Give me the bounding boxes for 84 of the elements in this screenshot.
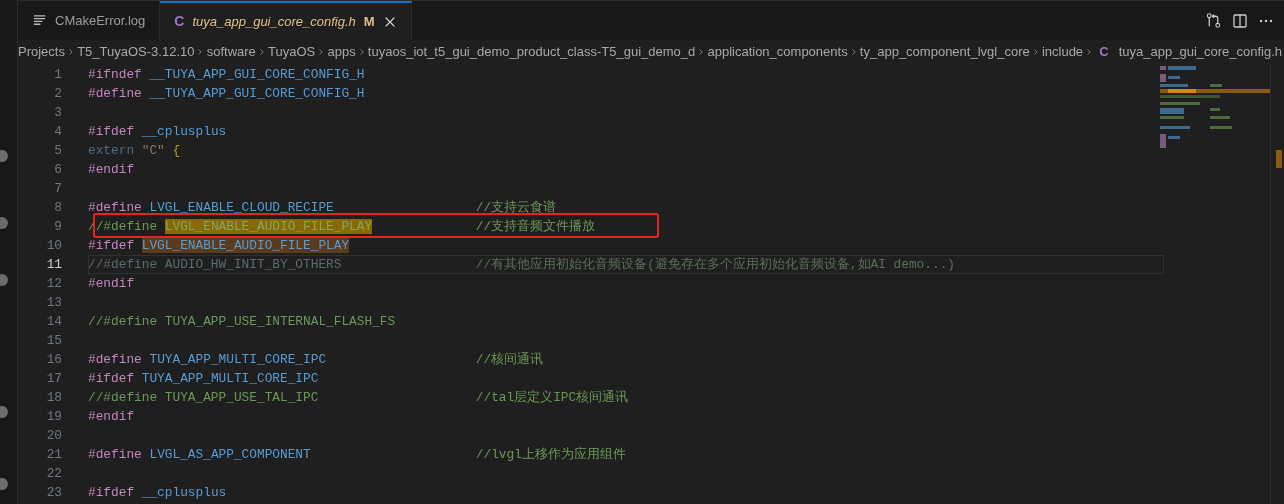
code-token: LVGL_AS_APP_COMPONENT — [149, 447, 311, 462]
code-token: TUYA_APP_MULTI_CORE_IPC — [149, 352, 327, 367]
code-token: #define — [88, 447, 142, 462]
code-token: TUYA_APP_MULTI_CORE_IPC — [141, 371, 319, 386]
code-token: #define — [88, 86, 142, 101]
line-number: 7 — [53, 180, 62, 198]
chevron-icon — [357, 46, 366, 58]
line-number: 4 — [53, 123, 62, 141]
code-token: #ifdef — [88, 238, 135, 253]
line-number: 1 — [53, 66, 62, 84]
code-token: LVGL_ENABLE_AUDIO_FILE_PLAY — [164, 219, 373, 234]
c-file-icon: C — [174, 11, 185, 32]
chevron-icon — [697, 46, 706, 58]
code-comment: //核间通讯 — [475, 351, 544, 369]
line-number: 15 — [45, 332, 62, 350]
line-number: 12 — [45, 275, 62, 293]
code-token: #ifdef — [88, 485, 135, 500]
code-token: LVGL_ENABLE_AUDIO_FILE_PLAY — [141, 238, 350, 253]
code-token: __cplusplus — [141, 124, 227, 139]
compare-changes-icon[interactable] — [1205, 12, 1222, 29]
code-token: #define — [88, 200, 142, 215]
breadcrumb-item[interactable]: application_components — [707, 42, 848, 62]
line-number: 20 — [45, 427, 62, 445]
breadcrumb-item[interactable]: ty_app_component_lvgl_core — [859, 42, 1030, 62]
code-token: #ifndef — [88, 67, 142, 82]
line-number: 21 — [45, 446, 62, 464]
code-comment: //支持音频文件播放 — [475, 218, 596, 236]
line-number: 8 — [53, 199, 62, 217]
code-token: #ifdef — [88, 371, 135, 386]
line-number: 17 — [45, 370, 62, 388]
code-comment: //tal层定义IPC核间通讯 — [475, 389, 629, 407]
code-token: #ifdef — [88, 124, 135, 139]
editor-tab[interactable]: C tuya_app_gui_core_config.h M — [160, 1, 412, 40]
breadcrumb-item[interactable]: Projects — [18, 42, 65, 62]
chevron-icon — [317, 46, 326, 58]
line-number: 6 — [53, 161, 62, 179]
code-token: __TUYA_APP_GUI_CORE_CONFIG_H — [149, 67, 365, 82]
line-number: 2 — [53, 85, 62, 103]
line-number: 9 — [53, 218, 62, 236]
code-token: //#define AUDIO_HW_INIT_BY_OTHERS — [88, 257, 342, 272]
chevron-icon — [1031, 46, 1040, 58]
file-lines-icon — [32, 13, 47, 28]
chevron-icon — [257, 46, 267, 58]
line-number: 19 — [45, 408, 62, 426]
split-editor-icon[interactable] — [1232, 12, 1248, 29]
code-token: #endif — [88, 276, 135, 291]
line-number: 11 — [45, 256, 62, 274]
chevron-icon — [849, 46, 858, 58]
breadcrumb-item[interactable]: T5_TuyaOS-3.12.10 — [77, 42, 195, 62]
breadcrumb-item[interactable]: software — [206, 42, 256, 62]
line-number: 16 — [45, 351, 62, 369]
line-number: 22 — [45, 465, 62, 483]
chevron-icon — [1085, 46, 1094, 58]
code-token: //#define TUYA_APP_USE_INTERNAL_FLASH_FS — [88, 314, 396, 329]
line-number: 13 — [45, 294, 62, 312]
code-token: extern — [88, 143, 135, 158]
breadcrumb-item[interactable]: TuyaOS — [268, 42, 316, 62]
code-token: #define — [88, 352, 142, 367]
c-file-icon: C — [1099, 42, 1109, 62]
line-number: 18 — [45, 389, 62, 407]
code-comment: //lvgl上移作为应用组件 — [475, 446, 626, 464]
code-token: #endif — [88, 409, 135, 424]
code-token: "C" — [141, 143, 165, 158]
code-token: //#define TUYA_APP_USE_TAL_IPC — [88, 390, 319, 405]
line-number: 10 — [45, 237, 62, 255]
code-token: __cplusplus — [141, 485, 227, 500]
code-token: { — [172, 143, 181, 158]
code-token: LVGL_ENABLE_CLOUD_RECIPE — [149, 200, 334, 215]
breadcrumb-item[interactable]: tuya_app_gui_core_config.h — [1118, 42, 1283, 62]
line-number: 23 — [45, 484, 62, 502]
line-number: 14 — [45, 313, 62, 331]
code-comment: //支持云食谱 — [475, 199, 557, 217]
chevron-icon — [196, 46, 205, 58]
line-number: 3 — [53, 104, 62, 122]
breadcrumb-item[interactable]: apps — [327, 42, 356, 62]
breadcrumb-item[interactable]: include — [1041, 42, 1084, 62]
code-comment: //有其他应用初始化音频设备(避免存在多个应用初始化音频设备,如AI demo...) — [475, 256, 955, 274]
chevron-icon — [66, 46, 76, 58]
scrollbar-marker — [1276, 150, 1282, 168]
code-token: #endif — [88, 162, 135, 177]
breadcrumb-item[interactable]: tuyaos_iot_t5_gui_demo_product_class-T5_gui_demo_d — [367, 42, 696, 62]
line-number: 5 — [53, 142, 62, 160]
code-token: __TUYA_APP_GUI_CORE_CONFIG_H — [149, 86, 365, 101]
modified-indicator: M — [363, 12, 375, 31]
